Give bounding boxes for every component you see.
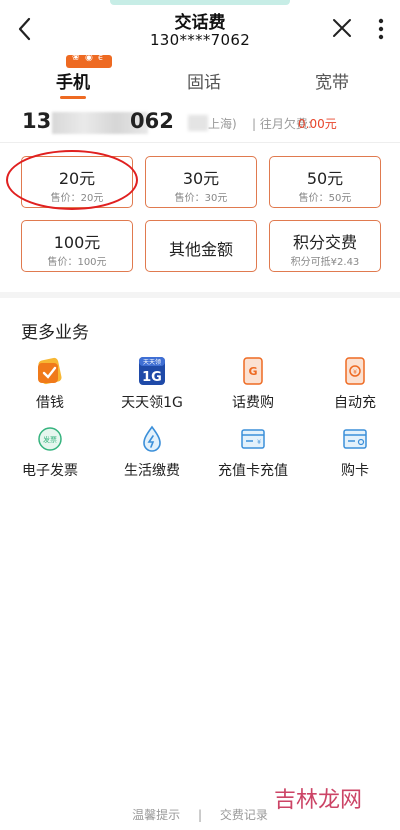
service-utility[interactable]: 生活缴费 (107, 424, 197, 480)
denomination-amount: 100元 (53, 233, 101, 252)
svg-text:天天领: 天天领 (143, 358, 161, 366)
close-icon[interactable] (330, 16, 354, 40)
denomination-price: 售价：50元 (298, 193, 352, 204)
daily-1g-icon: 天天领 1G (137, 356, 167, 386)
payment-records-link[interactable]: 交费记录 (220, 808, 268, 822)
svg-text:发票: 发票 (43, 435, 57, 444)
section-divider (0, 292, 400, 298)
more-services-title: 更多业务 (21, 323, 89, 343)
denomination-price: 售价：100元 (47, 257, 107, 268)
service-credit-shop[interactable]: G 话费购 (208, 356, 298, 412)
tab-broadband[interactable]: 宽带 (287, 68, 377, 93)
region-label: 上海) (208, 117, 237, 131)
service-label: 天天领1G (121, 395, 183, 411)
denomination-price: 售价：20元 (50, 193, 104, 204)
service-recharge-card[interactable]: ¥ 充值卡充值 (208, 424, 298, 480)
denomination-20[interactable]: 20元 售价：20元 (21, 156, 133, 208)
other-amount-button[interactable]: 其他金额 (145, 220, 257, 272)
service-label: 充值卡充值 (218, 463, 288, 479)
account-number-prefix: 13 (22, 109, 52, 133)
denomination-price: 售价：30元 (174, 193, 228, 204)
points-payment-button[interactable]: 积分交费 积分可抵¥2.43 (269, 220, 381, 272)
divider (0, 142, 400, 143)
buy-card-icon (340, 424, 370, 454)
arrears-value: 0.00元 (298, 117, 337, 131)
svg-text:G: G (248, 365, 257, 378)
tab-mobile[interactable]: 手机 (28, 68, 118, 93)
denomination-30[interactable]: 30元 售价：30元 (145, 156, 257, 208)
denomination-50[interactable]: 50元 售价：50元 (269, 156, 381, 208)
points-payment-label: 积分交费 (292, 233, 357, 252)
active-tab-indicator (60, 96, 86, 99)
svg-text:¥: ¥ (353, 369, 357, 376)
service-label: 自动充 (334, 395, 376, 411)
service-auto-recharge[interactable]: ¥ 自动充 (310, 356, 400, 412)
service-label: 购卡 (341, 463, 369, 479)
service-label: 电子发票 (22, 463, 78, 479)
service-loan[interactable]: 借钱 (5, 356, 95, 412)
footer-separator: | (197, 808, 203, 822)
auto-recharge-icon: ¥ (340, 356, 370, 386)
region-redaction (188, 115, 208, 131)
recharge-card-icon: ¥ (238, 424, 268, 454)
e-invoice-icon: 发票 (35, 424, 65, 454)
denomination-amount: 50元 (306, 169, 344, 188)
loan-icon (35, 356, 65, 386)
phone-credit-shop-icon: G (238, 356, 268, 386)
svg-text:1G: 1G (142, 370, 162, 385)
footer: 温馨提示 | 交费记录 (0, 806, 400, 826)
header: 交话费 130****7062 (0, 0, 400, 56)
service-label: 生活缴费 (124, 463, 180, 479)
service-buy-card[interactable]: 购卡 (310, 424, 400, 480)
account-row: 13 062 上海) | 往月欠费: 0.00元 (0, 106, 400, 140)
tab-landline[interactable]: 固话 (159, 68, 249, 93)
points-offset-label: 积分可抵¥2.43 (290, 257, 360, 268)
more-vertical-icon[interactable] (374, 16, 388, 42)
other-amount-label: 其他金额 (168, 240, 233, 259)
denomination-100[interactable]: 100元 售价：100元 (21, 220, 133, 272)
svg-text:¥: ¥ (257, 439, 261, 446)
service-e-invoice[interactable]: 发票 电子发票 (5, 424, 95, 480)
utility-payment-icon (137, 424, 167, 454)
service-daily-1g[interactable]: 天天领 1G 天天领1G (107, 356, 197, 412)
tips-link[interactable]: 温馨提示 (132, 808, 180, 822)
account-number-suffix: 062 (130, 109, 174, 133)
denomination-amount: 30元 (182, 169, 220, 188)
service-label: 借钱 (36, 395, 64, 411)
service-label: 话费购 (232, 395, 274, 411)
denomination-amount: 20元 (58, 169, 96, 188)
